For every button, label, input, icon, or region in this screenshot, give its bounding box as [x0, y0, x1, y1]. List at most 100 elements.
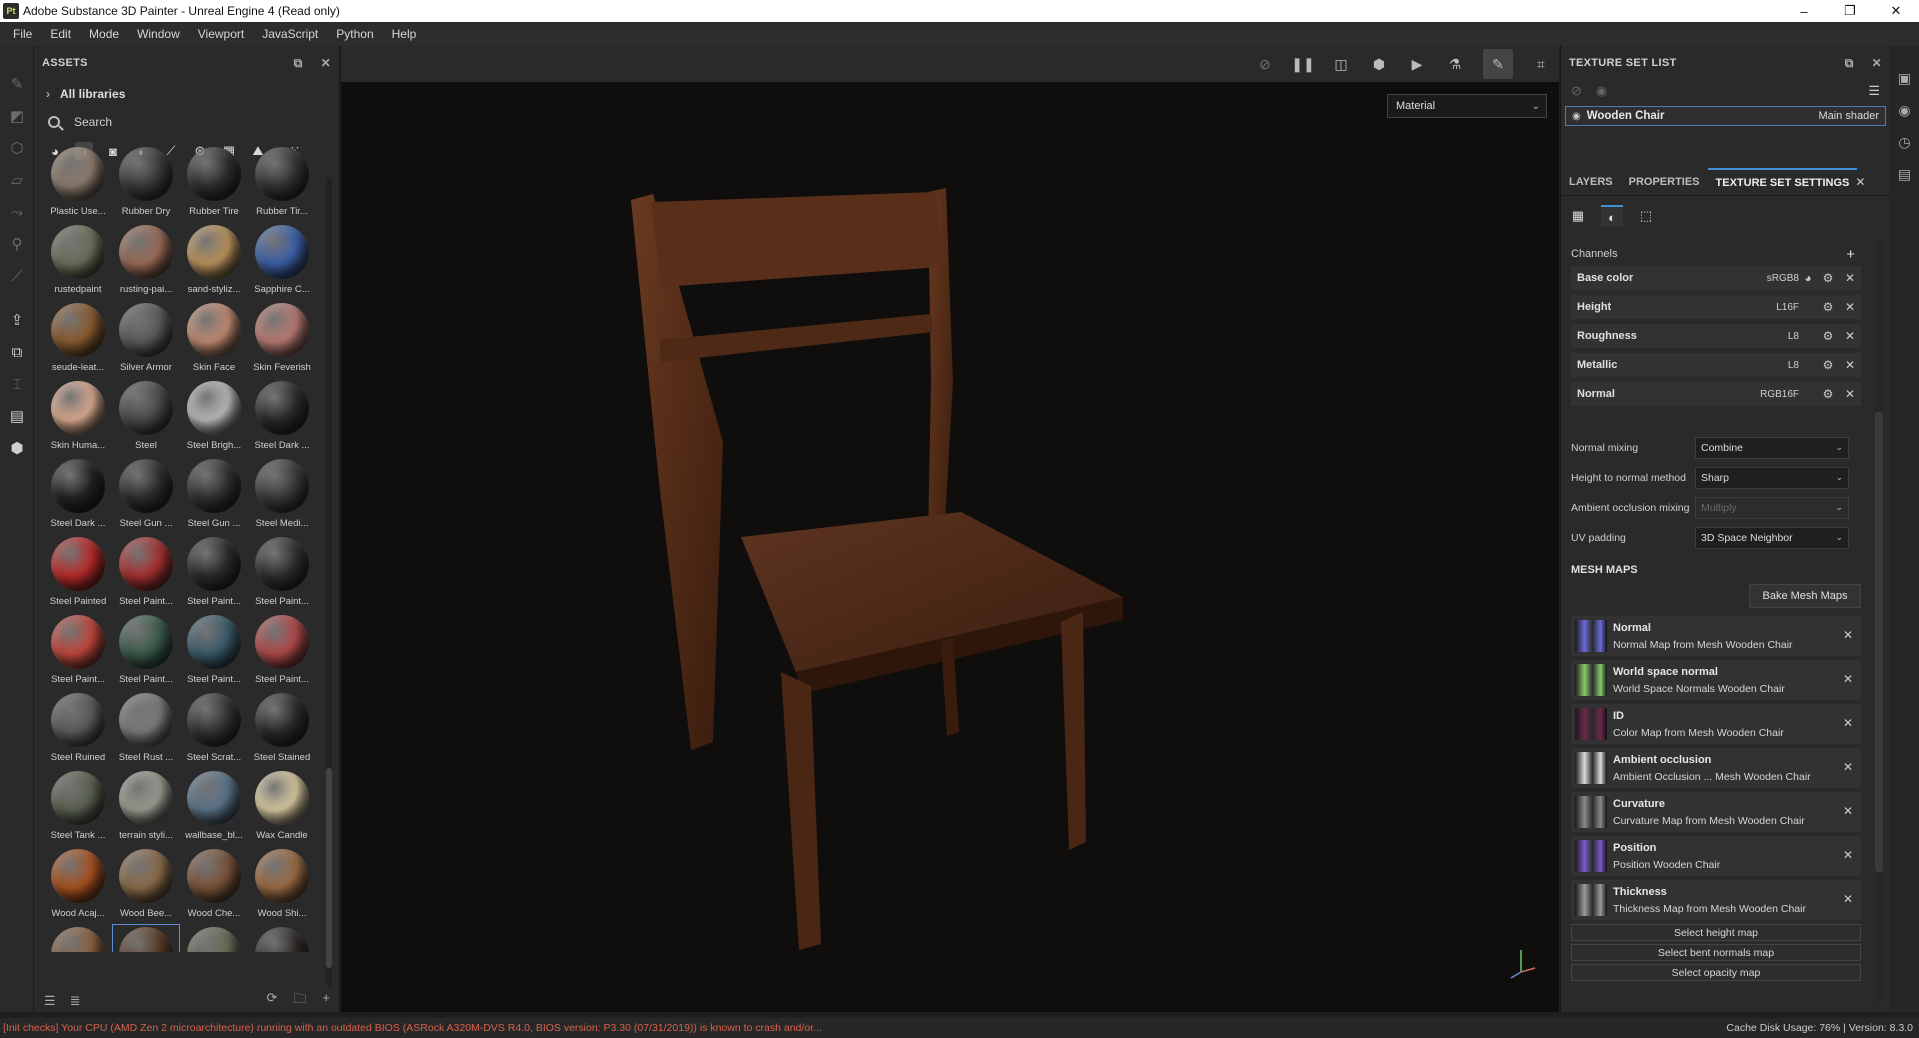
- refresh-icon[interactable]: ⟳: [266, 990, 277, 1012]
- asset-tile[interactable]: seude-leat...: [44, 300, 112, 378]
- 3d-viewport[interactable]: Material ⌄: [341, 82, 1559, 1012]
- mesh-map-row[interactable]: Ambient occlusion Ambient Occlusion ... …: [1571, 748, 1861, 788]
- color-profile-icon[interactable]: ◕: [1799, 271, 1817, 285]
- asset-tile[interactable]: Rubber Dry: [112, 144, 180, 222]
- channel-format[interactable]: L16F: [1739, 302, 1799, 313]
- asset-tile[interactable]: Wood Che...: [180, 846, 248, 924]
- tab-texture-set-settings[interactable]: TEXTURE SET SETTINGS: [1707, 167, 1858, 196]
- asset-tile[interactable]: Wood Bee...: [112, 846, 180, 924]
- close-icon[interactable]: ✕: [1843, 848, 1853, 862]
- mesh-map-row[interactable]: Normal Normal Map from Mesh Wooden Chair…: [1571, 616, 1861, 656]
- asset-tile[interactable]: Steel Stained: [248, 690, 316, 768]
- asset-tile[interactable]: Wood Wal...: [112, 924, 180, 952]
- hamburger-menu-icon[interactable]: ☰: [1868, 83, 1880, 99]
- status-warning[interactable]: [Init checks] Your CPU (AMD Zen 2 microa…: [3, 1022, 903, 1034]
- asset-tile[interactable]: Steel Rust ...: [112, 690, 180, 768]
- asset-tile[interactable]: Steel Gun ...: [112, 456, 180, 534]
- list-view-icon[interactable]: ☰: [44, 993, 56, 1009]
- asset-tile[interactable]: Steel Paint...: [248, 612, 316, 690]
- history-icon[interactable]: ◷: [1890, 126, 1919, 158]
- mesh-map-row[interactable]: Thickness Thickness Map from Mesh Wooden…: [1571, 880, 1861, 920]
- hide-ui-icon[interactable]: ⊘: [1255, 54, 1275, 74]
- float-panel-icon[interactable]: ⧉: [1845, 56, 1854, 71]
- asset-tile[interactable]: Skin Face: [180, 300, 248, 378]
- asset-tile[interactable]: Skin Feverish: [248, 300, 316, 378]
- menu-file[interactable]: File: [4, 27, 41, 41]
- select-map-button[interactable]: Select height map: [1571, 924, 1861, 941]
- search-input[interactable]: Search: [74, 115, 112, 129]
- asset-tile[interactable]: rustedpaint: [44, 222, 112, 300]
- select-map-button[interactable]: Select opacity map: [1571, 964, 1861, 981]
- right-panel-scrollbar[interactable]: [1875, 242, 1883, 1002]
- close-tab-icon[interactable]: ✕: [1855, 175, 1865, 189]
- gear-icon[interactable]: ⚙: [1817, 300, 1839, 314]
- close-icon[interactable]: ✕: [1843, 672, 1853, 686]
- option-select[interactable]: 3D Space Neighbor ⌄: [1695, 526, 1849, 549]
- menu-mode[interactable]: Mode: [80, 27, 128, 41]
- mesh-map-row[interactable]: Position Position Wooden Chair ✕: [1571, 836, 1861, 876]
- paint-mode-icon[interactable]: ✎: [1483, 49, 1513, 79]
- asset-tile[interactable]: Steel Ruined: [44, 690, 112, 768]
- texture-set-shader[interactable]: Main shader: [1818, 110, 1879, 122]
- asset-tile[interactable]: wallbase_bl...: [180, 768, 248, 846]
- pause-icon[interactable]: ❚❚: [1291, 54, 1314, 74]
- sort-icon[interactable]: ≣: [70, 993, 81, 1009]
- asset-tile[interactable]: sand-styliz...: [180, 222, 248, 300]
- option-select[interactable]: Combine ⌄: [1695, 436, 1849, 459]
- menu-viewport[interactable]: Viewport: [189, 27, 253, 41]
- asset-tile[interactable]: Steel Paint...: [112, 534, 180, 612]
- asset-tile[interactable]: Wood Shi...: [248, 846, 316, 924]
- channel-row[interactable]: Base color sRGB8 ◕ ⚙ ✕: [1571, 266, 1861, 290]
- document-icon[interactable]: ▤: [0, 400, 34, 432]
- eraser-icon[interactable]: ◩: [0, 100, 34, 132]
- close-icon[interactable]: ✕: [1843, 892, 1853, 906]
- asset-tile[interactable]: wood_plan...: [180, 924, 248, 952]
- bake-icon[interactable]: ⧉: [0, 336, 34, 368]
- asset-tile[interactable]: Sapphire C...: [248, 222, 316, 300]
- select-map-button[interactable]: Select bent normals map: [1571, 944, 1861, 961]
- shader-sphere-icon[interactable]: ◐: [1601, 205, 1623, 227]
- assets-search[interactable]: Search: [34, 108, 339, 136]
- clone-icon[interactable]: ⚲: [0, 228, 34, 260]
- option-select[interactable]: Sharp ⌄: [1695, 466, 1849, 489]
- texture-set-item[interactable]: ◉ Wooden Chair Main shader: [1565, 106, 1886, 126]
- bake-mesh-maps-button[interactable]: Bake Mesh Maps: [1749, 584, 1861, 608]
- close-panel-icon[interactable]: ✕: [1872, 56, 1882, 71]
- gear-icon[interactable]: ⚙: [1817, 271, 1839, 285]
- log-icon[interactable]: ▤: [1890, 158, 1919, 190]
- asset-tile[interactable]: worn-meta...: [248, 924, 316, 952]
- close-icon[interactable]: ✕: [1839, 300, 1861, 314]
- channel-format[interactable]: RGB16F: [1739, 389, 1799, 400]
- gear-icon[interactable]: ⚙: [1817, 358, 1839, 372]
- asset-tile[interactable]: Steel Paint...: [180, 612, 248, 690]
- texture-set-list-icon[interactable]: ▣: [1890, 62, 1919, 94]
- minimize-button[interactable]: –: [1781, 0, 1827, 22]
- asset-tile[interactable]: Steel Dark ...: [44, 456, 112, 534]
- asset-tile[interactable]: Steel Painted: [44, 534, 112, 612]
- asset-tile[interactable]: Plastic Use...: [44, 144, 112, 222]
- measure-icon[interactable]: ⌶: [0, 368, 34, 400]
- channel-format[interactable]: L8: [1739, 360, 1799, 371]
- mesh-map-row[interactable]: Curvature Curvature Map from Mesh Wooden…: [1571, 792, 1861, 832]
- asset-tile[interactable]: rusting-pai...: [112, 222, 180, 300]
- channel-row[interactable]: Height L16F ⚙ ✕: [1571, 295, 1861, 319]
- cube-view-icon[interactable]: ⬢: [1369, 54, 1389, 74]
- gear-icon[interactable]: ⚙: [1817, 387, 1839, 401]
- view-2d-3d-icon[interactable]: ◫: [1331, 54, 1351, 74]
- tab-properties[interactable]: PROPERTIES: [1621, 168, 1708, 196]
- add-channel-icon[interactable]: +: [1846, 246, 1855, 263]
- asset-tile[interactable]: Steel Paint...: [180, 534, 248, 612]
- asset-tile[interactable]: Silver Armor: [112, 300, 180, 378]
- close-icon[interactable]: ✕: [1843, 716, 1853, 730]
- menu-window[interactable]: Window: [128, 27, 189, 41]
- tab-layers[interactable]: LAYERS: [1561, 168, 1621, 196]
- menu-javascript[interactable]: JavaScript: [253, 27, 327, 41]
- channel-format[interactable]: sRGB8: [1739, 273, 1799, 284]
- asset-tile[interactable]: Wood Acaj...: [44, 846, 112, 924]
- mesh-icon[interactable]: ⬢: [0, 432, 34, 464]
- asset-tile[interactable]: Steel Tank ...: [44, 768, 112, 846]
- camera-icon[interactable]: ▶: [1407, 54, 1427, 74]
- display-settings-icon[interactable]: ◉: [1890, 94, 1919, 126]
- close-icon[interactable]: ✕: [1839, 387, 1861, 401]
- close-icon[interactable]: ✕: [1843, 760, 1853, 774]
